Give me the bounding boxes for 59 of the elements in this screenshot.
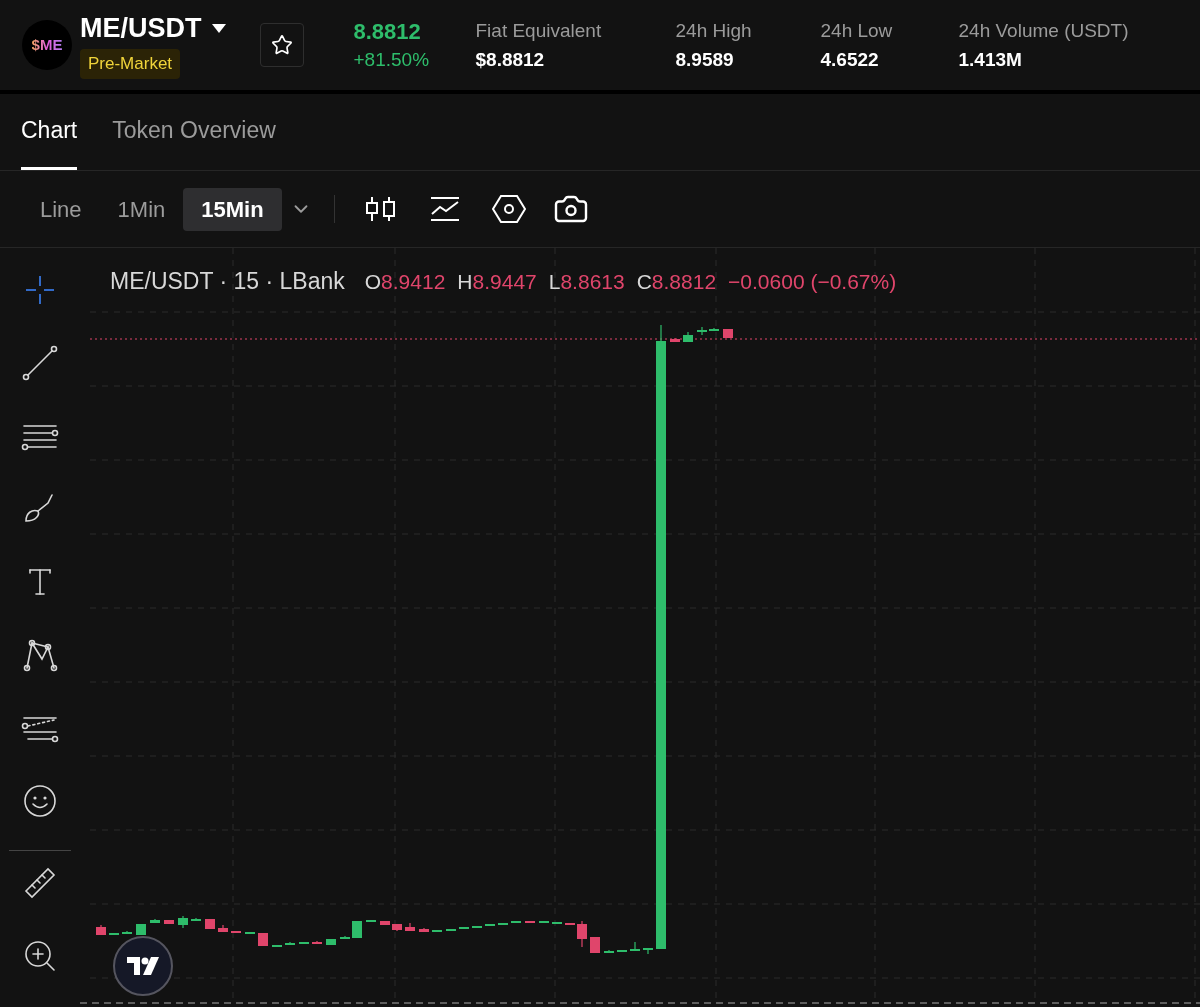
candlestick: [709, 327, 719, 331]
stat-value: 1.413M: [958, 48, 1022, 72]
stat-value: 8.9589: [675, 48, 734, 72]
candlestick: [272, 944, 282, 948]
ohlc-value: H8.9447: [457, 268, 537, 295]
candlestick: [258, 932, 268, 947]
candlestick: [218, 924, 228, 933]
candlestick: [590, 936, 600, 954]
candlestick: [178, 915, 188, 929]
candlestick: [164, 919, 174, 925]
stat-value: 4.6522: [820, 48, 879, 72]
candlestick: [617, 949, 627, 953]
candlestick: [392, 923, 402, 932]
tab[interactable]: Token Overview: [112, 93, 276, 170]
price-change: +81.50%: [353, 48, 430, 72]
candlestick: [630, 941, 640, 952]
candlestick: [723, 328, 733, 339]
star-icon[interactable]: [270, 34, 293, 56]
stat-label: 24h High: [675, 19, 752, 43]
pair-symbol[interactable]: ME/USDT: [80, 11, 202, 46]
candlestick: [299, 941, 309, 945]
candlestick: [150, 918, 160, 924]
interval-button[interactable]: Line: [22, 187, 100, 231]
candlestick: [643, 947, 653, 955]
candlestick: [697, 326, 707, 336]
favorite-button[interactable]: [259, 23, 304, 67]
candlestick: [109, 932, 119, 936]
candlestick: [122, 930, 132, 935]
candlestick: [136, 923, 146, 936]
stat-label: 24h Low: [820, 19, 893, 43]
interval-button[interactable]: 1Min: [99, 187, 184, 231]
candlestick: [683, 331, 693, 343]
interval-button[interactable]: 15Min: [183, 187, 282, 231]
token-logo: $ME: [22, 20, 72, 70]
stat-value: $8.8812: [475, 48, 545, 72]
ohlc-value: O8.9412: [364, 268, 446, 295]
candlestick: [205, 918, 215, 930]
candlestick: [405, 922, 415, 932]
ohlc-value: L8.8613: [548, 268, 625, 295]
candlestick: [96, 924, 106, 936]
candlestick: [340, 935, 350, 940]
candlestick: [352, 920, 362, 939]
candlestick: [604, 949, 614, 953]
tab[interactable]: Chart: [21, 93, 78, 170]
candlestick: [670, 337, 680, 343]
candlestick: [326, 938, 336, 946]
candlestick: [577, 920, 587, 948]
candlestick: [419, 927, 429, 933]
change-value: −0.0600 (−0.67%): [728, 268, 897, 295]
candlestick: [191, 917, 201, 922]
candlestick: [285, 941, 295, 946]
tradingview-logo[interactable]: [113, 936, 173, 996]
caret-icon[interactable]: [211, 23, 226, 33]
ohlc-value: C8.8812: [636, 268, 717, 295]
stat-label: 24h Volume (USDT): [958, 19, 1129, 43]
stat-label: Fiat Equivalent: [475, 19, 602, 43]
pre-market-badge: Pre-Market: [80, 49, 181, 79]
chart-symbol: ME/USDT · 15 · LBank: [110, 267, 345, 296]
last-price: 8.8812: [353, 18, 421, 46]
